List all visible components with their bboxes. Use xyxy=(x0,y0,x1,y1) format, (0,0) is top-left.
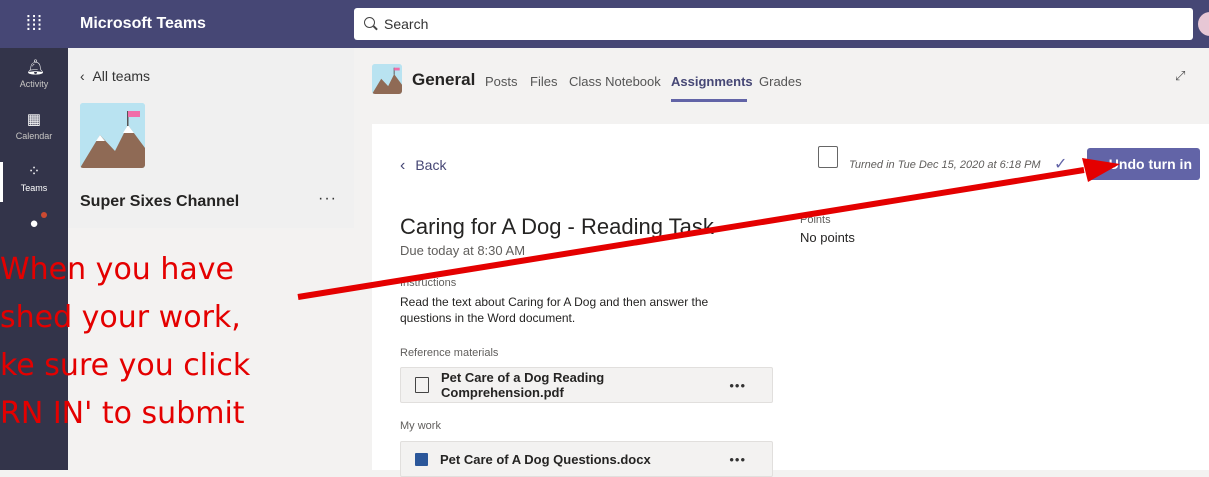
instructions-text: Read the text about Caring for A Dog and… xyxy=(400,295,709,325)
back-label: Back xyxy=(415,157,447,173)
app-launcher-icon[interactable]: ⁞⁞⁞ xyxy=(0,0,68,48)
tab-posts[interactable]: Posts xyxy=(485,74,518,89)
channel-title: General xyxy=(412,70,476,89)
team-picture xyxy=(80,103,145,168)
all-teams-label: All teams xyxy=(92,68,151,84)
annotation-line: RN IN' to submit xyxy=(0,396,245,431)
rail-item-calendar[interactable]: ▦ Calendar xyxy=(0,104,68,156)
pdf-file-icon xyxy=(415,377,429,393)
my-work-label: My work xyxy=(400,420,441,432)
teams-icon: ⁘ xyxy=(27,163,41,180)
expand-icon[interactable]: ⤢ xyxy=(1175,68,1185,84)
annotation-line: When you have xyxy=(0,252,234,287)
my-work-file[interactable]: Pet Care of A Dog Questions.docx ••• xyxy=(400,441,773,477)
rail-item-teams[interactable]: ⁘ Teams xyxy=(0,156,68,208)
file-name: Pet Care of A Dog Questions.docx xyxy=(440,451,651,467)
instructions-label: Instructions xyxy=(400,277,457,289)
chevron-left-icon: ‹ xyxy=(80,68,85,84)
undo-turn-in-label: Undo turn in xyxy=(1108,156,1192,172)
app-title: Microsoft Teams xyxy=(80,15,206,32)
bell-icon: 🔔︎ xyxy=(26,59,46,76)
rail-item-activity[interactable]: 🔔︎ Activity xyxy=(0,52,68,104)
tab-files[interactable]: Files xyxy=(530,74,557,89)
tab-class-notebook[interactable]: Class Notebook xyxy=(569,74,661,89)
rail-item-label: Activity xyxy=(19,79,49,89)
reference-file[interactable]: Pet Care of a Dog Reading Comprehension.… xyxy=(400,367,773,403)
chevron-left-icon: ‹ xyxy=(400,157,406,174)
back-button[interactable]: ‹ Back xyxy=(400,157,446,175)
turned-in-status: Turned in Tue Dec 15, 2020 at 6:18 PM xyxy=(849,159,1041,171)
more-options-icon[interactable]: ••• xyxy=(729,378,746,393)
assignments-icon: ● xyxy=(29,215,39,232)
annotation-line: shed your work, xyxy=(0,300,241,335)
calendar-icon: ▦ xyxy=(26,111,42,128)
points-value: No points xyxy=(800,230,855,245)
search-icon xyxy=(364,17,378,31)
assignment-title: Caring for A Dog - Reading Task xyxy=(400,214,714,239)
points-label: Points xyxy=(800,214,831,226)
immersive-reader-icon[interactable] xyxy=(818,146,838,168)
tab-grades[interactable]: Grades xyxy=(759,74,802,89)
undo-turn-in-button[interactable]: Undo turn in xyxy=(1087,148,1200,180)
active-tab-indicator xyxy=(671,99,747,102)
checkmark-icon: ✓ xyxy=(1054,156,1068,173)
channel-name: Super Sixes Channel xyxy=(80,193,240,210)
tab-assignments[interactable]: Assignments xyxy=(671,74,753,89)
word-file-icon xyxy=(415,452,428,466)
annotation-line: ke sure you click xyxy=(0,348,251,383)
reference-materials-label: Reference materials xyxy=(400,347,499,359)
notification-dot xyxy=(41,212,47,218)
channel-picture xyxy=(372,64,402,94)
search-placeholder: Search xyxy=(384,16,429,32)
all-teams-link[interactable]: ‹ All teams xyxy=(80,68,150,84)
search-box[interactable]: Search xyxy=(354,8,1193,40)
more-options-icon[interactable]: ••• xyxy=(729,452,746,467)
file-name: Pet Care of a Dog Reading Comprehension.… xyxy=(441,370,605,400)
due-date: Due today at 8:30 AM xyxy=(400,243,526,258)
rail-item-label: Teams xyxy=(20,183,48,193)
rail-item-label: Calendar xyxy=(15,131,53,141)
more-options-icon[interactable]: ··· xyxy=(318,190,337,208)
